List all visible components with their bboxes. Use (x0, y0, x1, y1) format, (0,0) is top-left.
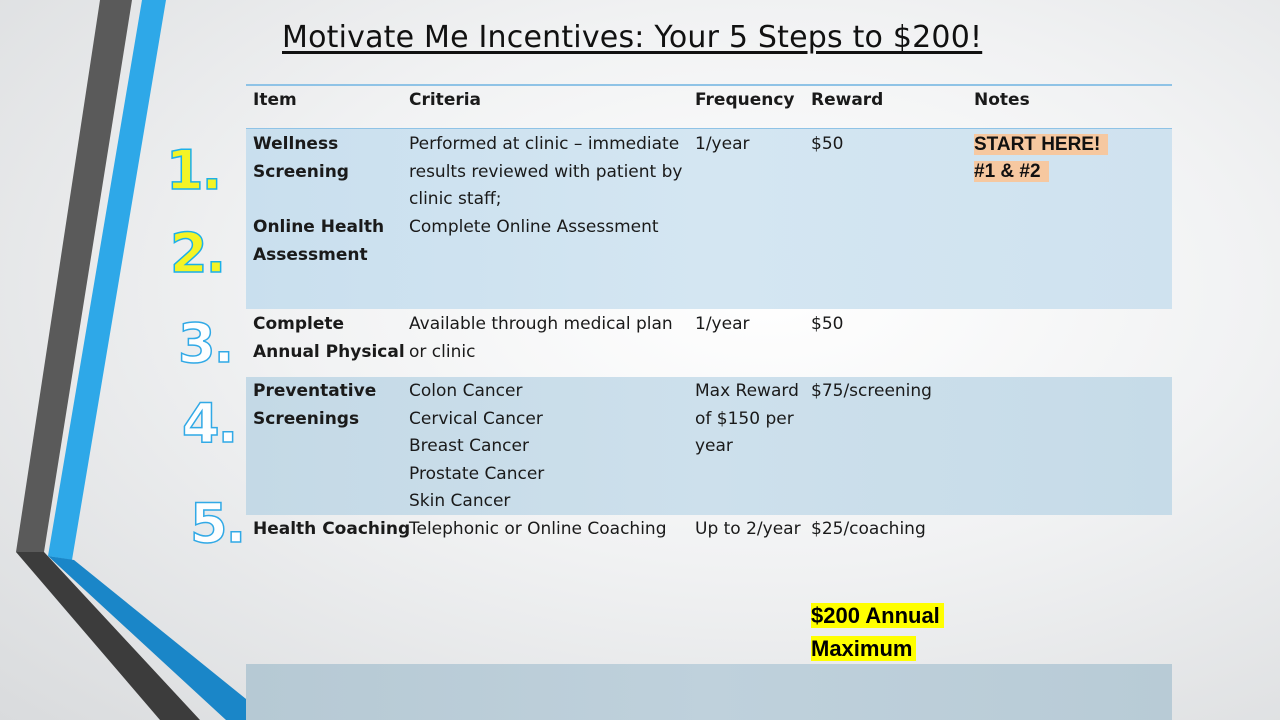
screenings-criteria: Colon Cancer Cervical Cancer Breast Canc… (409, 381, 545, 511)
wellness-criteria: Performed at clinic – immediate results … (409, 134, 683, 209)
step-number-5: 5. (189, 492, 247, 555)
header-criteria: Criteria (409, 90, 482, 110)
wellness-reward: $50 (811, 134, 844, 154)
step-number-4: 4. (181, 392, 239, 455)
physical-criteria: Available through medical plan or clinic (409, 314, 673, 362)
header-frequency: Frequency (695, 90, 795, 110)
row-band-5 (246, 664, 1172, 720)
physical-item: Complete Annual Physical (253, 314, 405, 362)
physical-frequency: 1/year (695, 314, 750, 334)
step-number-2: 2. (169, 222, 227, 285)
screenings-frequency: Max Reward of $150 per year (695, 381, 799, 456)
start-here-note: START HERE! #1 & #2 (974, 131, 1109, 185)
annual-max-line2: Maximum (811, 636, 917, 661)
coaching-reward: $25/coaching (811, 519, 926, 539)
start-here-line1: START HERE! (974, 134, 1109, 155)
gray-stripe-bottom (16, 552, 200, 720)
physical-reward: $50 (811, 314, 844, 334)
coaching-item: Health Coaching (253, 519, 411, 539)
start-here-line2: #1 & #2 (974, 161, 1049, 182)
header-top-rule (246, 84, 1172, 86)
screenings-item: Preventative Screenings (253, 381, 377, 429)
step-number-3: 3. (177, 312, 235, 375)
online-criteria: Complete Online Assessment (409, 217, 659, 237)
screenings-reward: $75/screening (811, 381, 932, 401)
annual-maximum-note: $200 Annual Maximum (811, 599, 944, 665)
coaching-frequency: Up to 2/year (695, 519, 801, 539)
coaching-criteria: Telephonic or Online Coaching (409, 519, 667, 539)
header-reward: Reward (811, 90, 884, 110)
step-number-1: 1. (165, 139, 223, 202)
page-title: Motivate Me Incentives: Your 5 Steps to … (282, 20, 983, 55)
wellness-frequency: 1/year (695, 134, 750, 154)
wellness-item: Wellness Screening (253, 134, 349, 182)
header-item: Item (253, 90, 297, 110)
online-item: Online Health Assessment (253, 217, 385, 265)
header-notes: Notes (974, 90, 1030, 110)
annual-max-line1: $200 Annual (811, 603, 944, 628)
